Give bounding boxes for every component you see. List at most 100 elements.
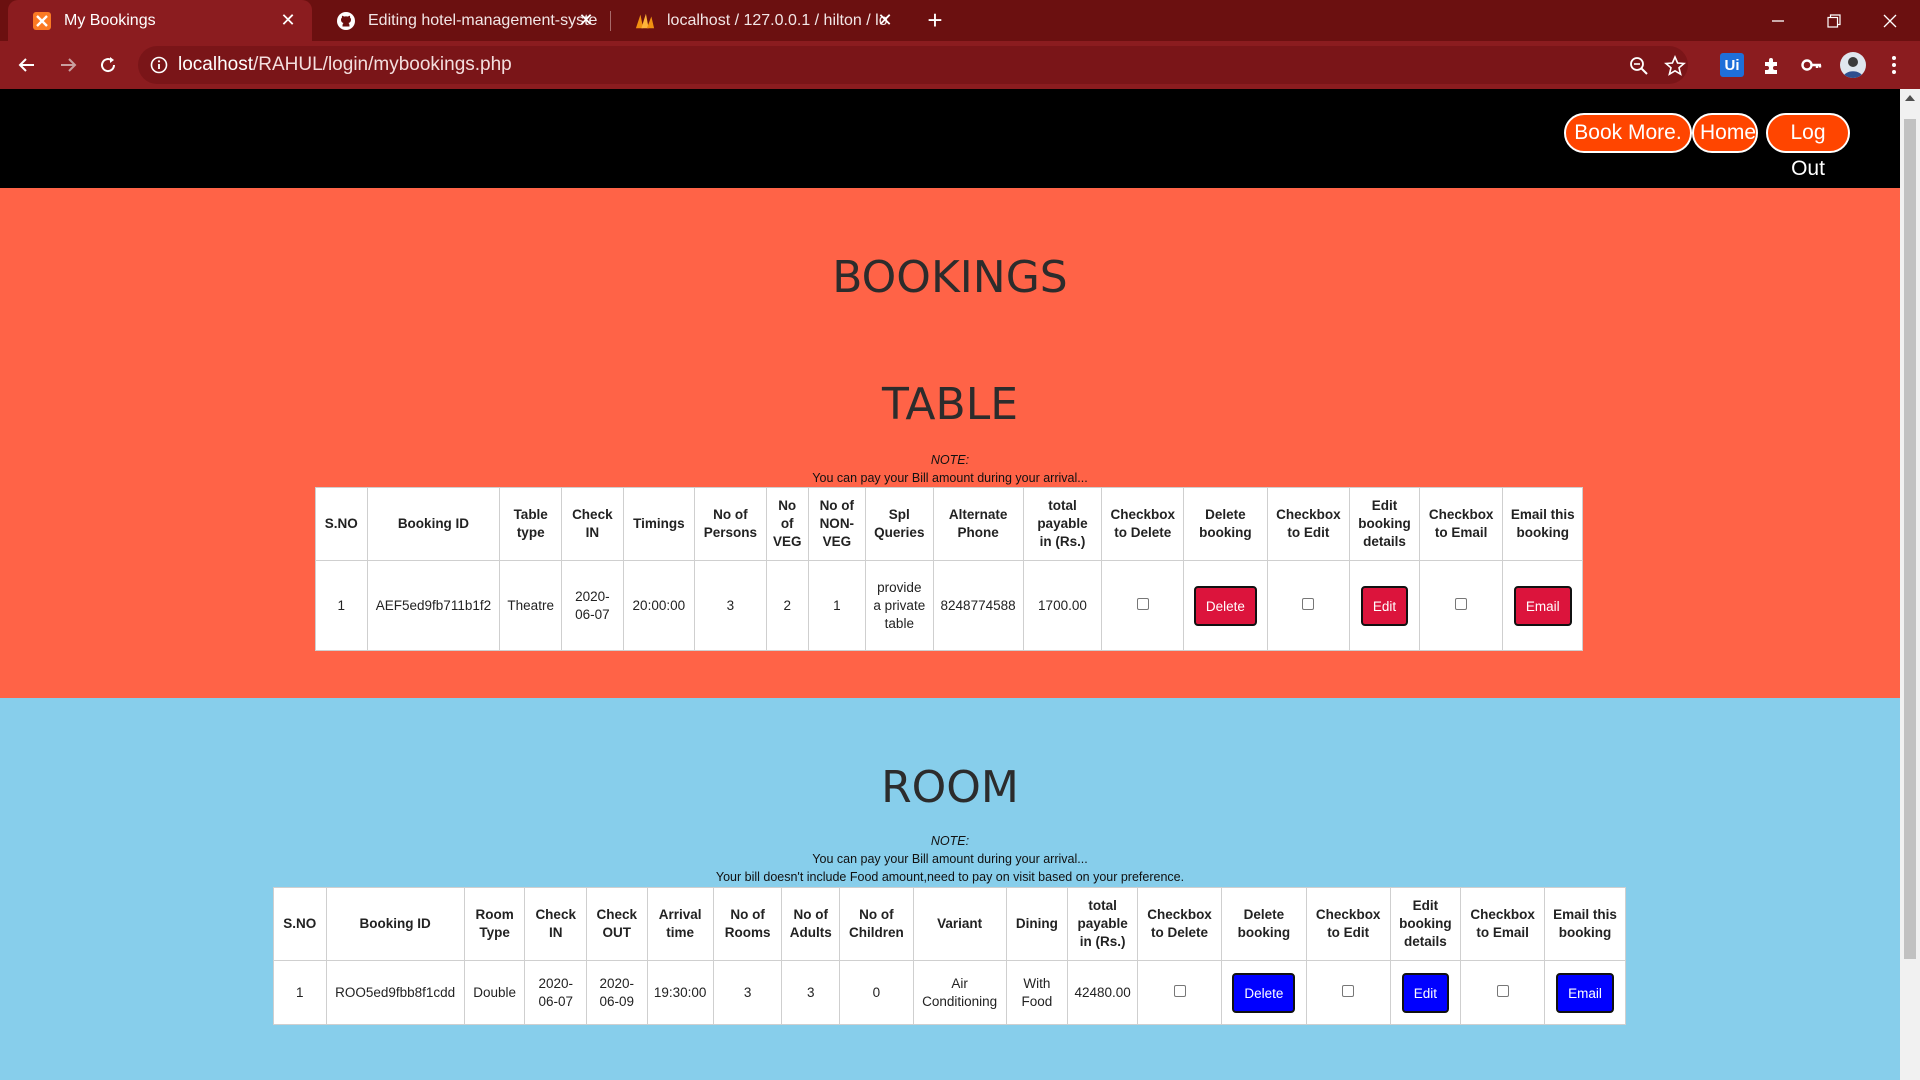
close-icon[interactable]: ✕ bbox=[278, 10, 298, 30]
column-header: Check IN bbox=[524, 887, 587, 961]
info-icon[interactable] bbox=[150, 56, 168, 74]
edit-checkbox[interactable] bbox=[1302, 597, 1315, 610]
zoom-icon[interactable] bbox=[1628, 55, 1650, 77]
delete-button[interactable]: Delete bbox=[1193, 585, 1257, 626]
cell-table-type: Theatre bbox=[499, 560, 563, 651]
home-button[interactable]: Home bbox=[1692, 113, 1758, 153]
logout-button[interactable]: Log Out bbox=[1766, 113, 1850, 180]
url-path: /RAHUL/login/mybookings.php bbox=[253, 54, 512, 75]
profile-avatar[interactable] bbox=[1840, 52, 1866, 78]
note-line: Your bill doesn't include Food amount,ne… bbox=[715, 870, 1185, 884]
note-line: You can pay your Bill amount during your… bbox=[812, 471, 1088, 485]
cell-checkbox-delete bbox=[1137, 960, 1222, 1025]
column-header: total payable in (Rs.) bbox=[1067, 887, 1139, 961]
back-arrow-icon bbox=[18, 58, 34, 72]
room-bookings-table: S.NO Booking ID Room Type Check IN Check… bbox=[273, 887, 1626, 1025]
table-row: 1 ROO5ed9fbb8f1cdd Double 2020-06-07 202… bbox=[273, 960, 1626, 1025]
email-button[interactable]: Email bbox=[1556, 972, 1614, 1013]
book-more-button[interactable]: Book More. bbox=[1564, 113, 1692, 153]
cell-rooms: 3 bbox=[712, 960, 783, 1025]
close-icon bbox=[1883, 14, 1897, 27]
cell-sno: 1 bbox=[315, 560, 368, 651]
note-label: NOTE: bbox=[930, 834, 970, 848]
table-header-row: S.NO Booking ID Table type Check IN Timi… bbox=[315, 487, 1583, 561]
reload-button[interactable] bbox=[92, 49, 124, 81]
email-checkbox[interactable] bbox=[1496, 984, 1509, 997]
window-close-button[interactable] bbox=[1860, 0, 1920, 41]
cell-edit: Edit bbox=[1349, 560, 1420, 651]
column-header: Edit booking details bbox=[1349, 487, 1420, 561]
edit-button[interactable]: Edit bbox=[1401, 972, 1450, 1013]
avatar-icon bbox=[1843, 57, 1863, 78]
column-header: Email this booking bbox=[1502, 487, 1583, 561]
restore-icon bbox=[1827, 13, 1841, 28]
column-header: No of NON-VEG bbox=[807, 487, 866, 561]
cell-check-in: 2020-06-07 bbox=[561, 560, 624, 651]
column-header: No of VEG bbox=[765, 487, 809, 561]
column-header: Variant bbox=[912, 887, 1007, 961]
delete-checkbox[interactable] bbox=[1136, 597, 1149, 610]
address-bar[interactable]: localhost/RAHUL/login/mybookings.php bbox=[138, 46, 1688, 84]
email-button[interactable]: Email bbox=[1513, 585, 1572, 626]
forward-button[interactable] bbox=[52, 49, 84, 81]
uipath-extension-icon[interactable]: Ui bbox=[1720, 53, 1744, 77]
page-viewport: Book More. Home Log Out BOOKINGS TABLE N… bbox=[0, 89, 1900, 1080]
cell-edit: Edit bbox=[1389, 960, 1462, 1025]
cell-checkbox-edit bbox=[1305, 960, 1391, 1025]
edit-button[interactable]: Edit bbox=[1360, 585, 1409, 626]
room-note: NOTE: You can pay your Bill amount durin… bbox=[0, 832, 1900, 886]
room-header-row: S.NO Booking ID Room Type Check IN Check… bbox=[273, 887, 1626, 961]
column-header: No of Children bbox=[838, 887, 914, 961]
browser-menu-button[interactable] bbox=[1882, 53, 1906, 77]
edit-checkbox[interactable] bbox=[1342, 984, 1355, 997]
back-button[interactable] bbox=[11, 49, 43, 81]
delete-button[interactable]: Delete bbox=[1232, 972, 1296, 1013]
column-header: Spl Queries bbox=[864, 487, 934, 561]
browser-tabstrip: My Bookings ✕ Editing hotel-management-s… bbox=[0, 0, 1920, 41]
email-checkbox[interactable] bbox=[1455, 597, 1468, 610]
room-section-title: ROOM bbox=[881, 762, 1019, 813]
column-header: S.NO bbox=[273, 887, 327, 961]
column-header: Check OUT bbox=[586, 887, 648, 961]
column-header: Checkbox to Edit bbox=[1266, 487, 1351, 561]
column-header: Checkbox to Edit bbox=[1305, 887, 1391, 961]
column-header: Timings bbox=[622, 487, 696, 561]
column-header: No of Adults bbox=[781, 887, 840, 961]
cell-children: 0 bbox=[838, 960, 914, 1025]
cell-total: 42480.00 bbox=[1067, 960, 1139, 1025]
extensions-button[interactable] bbox=[1760, 53, 1784, 77]
kebab-menu-icon bbox=[1892, 56, 1896, 74]
scrollbar-thumb[interactable] bbox=[1904, 119, 1916, 959]
cell-email: Email bbox=[1502, 560, 1583, 651]
bookmark-star-icon[interactable] bbox=[1664, 55, 1686, 77]
column-header: Room Type bbox=[463, 887, 526, 961]
new-tab-button[interactable]: + bbox=[920, 6, 950, 36]
tab-title: localhost / 127.0.0.1 / hilton / login bbox=[667, 11, 887, 29]
cell-variant: Air Conditioning bbox=[912, 960, 1007, 1025]
passwords-button[interactable] bbox=[1800, 53, 1824, 77]
scroll-up-arrow-icon[interactable] bbox=[1905, 95, 1915, 101]
column-header: Dining bbox=[1005, 887, 1069, 961]
cell-checkbox-email bbox=[1460, 960, 1546, 1025]
restore-button[interactable] bbox=[1804, 0, 1864, 41]
page-scrollbar[interactable] bbox=[1900, 89, 1920, 1080]
note-line: You can pay your Bill amount during your… bbox=[812, 852, 1088, 866]
close-icon[interactable]: ✕ bbox=[875, 10, 895, 30]
minimize-button[interactable] bbox=[1748, 0, 1808, 41]
minimize-icon bbox=[1772, 19, 1784, 22]
tab-editing-hotel-management[interactable]: Editing hotel-management-system ✕ bbox=[312, 0, 610, 41]
close-icon[interactable]: ✕ bbox=[576, 10, 596, 30]
cell-email: Email bbox=[1544, 960, 1626, 1025]
tab-my-bookings[interactable]: My Bookings ✕ bbox=[8, 0, 312, 41]
delete-checkbox[interactable] bbox=[1173, 984, 1186, 997]
cell-nonveg: 1 bbox=[807, 560, 866, 651]
url-text[interactable]: localhost/RAHUL/login/mybookings.php bbox=[178, 46, 512, 84]
tab-phpmyadmin[interactable]: localhost / 127.0.0.1 / hilton / login ✕ bbox=[611, 0, 909, 41]
xampp-icon bbox=[32, 11, 52, 31]
cell-room-type: Double bbox=[463, 960, 526, 1025]
cell-dining: With Food bbox=[1005, 960, 1069, 1025]
column-header: Edit booking details bbox=[1389, 887, 1462, 961]
column-header: Arrival time bbox=[646, 887, 714, 961]
cell-total: 1700.00 bbox=[1022, 560, 1103, 651]
cell-delete: Delete bbox=[1183, 560, 1268, 651]
